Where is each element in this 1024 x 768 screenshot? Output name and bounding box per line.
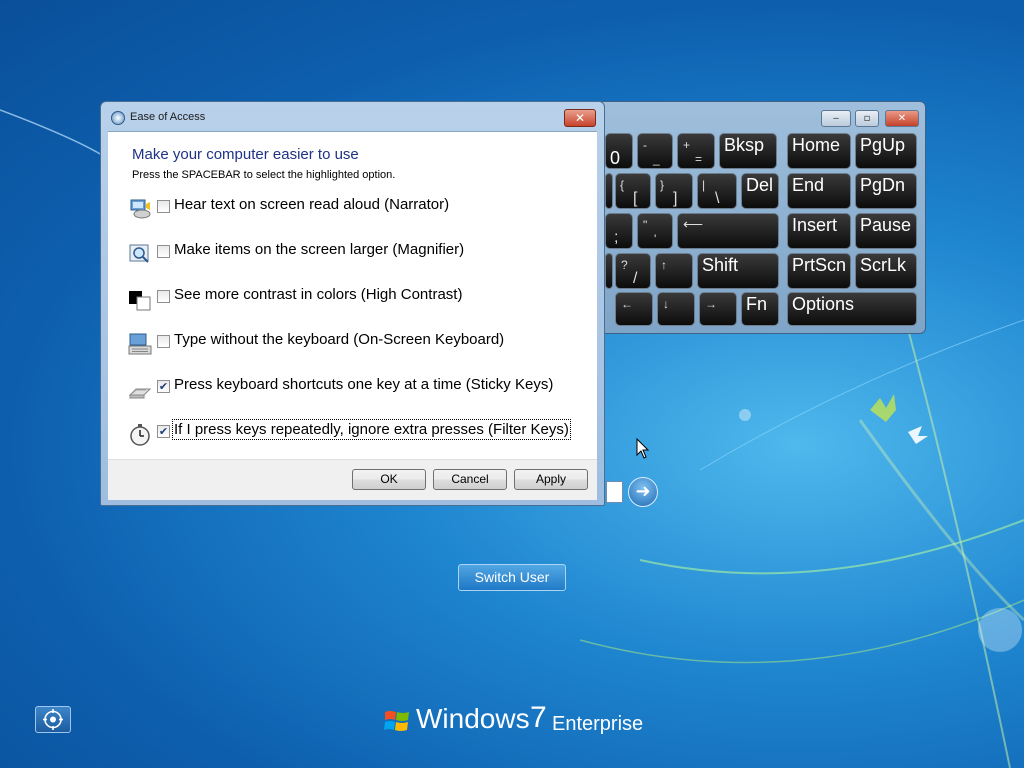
- osk-close-button[interactable]: ✕: [885, 110, 919, 127]
- high-contrast-checkbox[interactable]: [157, 290, 170, 303]
- ease-of-access-button[interactable]: [35, 706, 71, 733]
- sticky-keys-icon: [128, 388, 152, 399]
- option-label: If I press keys repeatedly, ignore extra…: [172, 419, 571, 440]
- close-button[interactable]: ✕: [564, 109, 596, 127]
- maximize-button[interactable]: ▫: [855, 110, 879, 127]
- key-page-up[interactable]: PgUp: [855, 133, 917, 169]
- option-high-contrast[interactable]: See more contrast in colors (High Contra…: [128, 285, 588, 315]
- key-partial[interactable]: [605, 173, 613, 209]
- filter-keys-checkbox[interactable]: ✔: [157, 425, 170, 438]
- stopwatch-icon: [130, 424, 150, 446]
- dialog-heading: Make your computer easier to use: [132, 146, 359, 163]
- key-page-down[interactable]: PgDn: [855, 173, 917, 209]
- on-screen-keyboard-window: ‒ ▫ ✕ 0 - _ + = Bksp Home PgUp {[ }] | \ De…: [560, 101, 926, 334]
- minimize-button[interactable]: ‒: [821, 110, 851, 127]
- windows-logo-icon: [384, 711, 409, 731]
- key-equals[interactable]: + =: [677, 133, 715, 169]
- mouse-cursor-icon: [636, 438, 650, 459]
- option-sticky-keys[interactable]: ✔ Press keyboard shortcuts one key at a …: [128, 375, 588, 405]
- option-on-screen-keyboard[interactable]: Type without the keyboard (On-Screen Key…: [128, 330, 588, 360]
- option-label: Hear text on screen read aloud (Narrator…: [174, 196, 450, 213]
- password-input[interactable]: [606, 481, 623, 503]
- key-insert[interactable]: Insert: [787, 213, 851, 249]
- key-fn[interactable]: Fn: [741, 292, 779, 326]
- key-options[interactable]: Options: [787, 292, 917, 326]
- key-quote[interactable]: " ': [637, 213, 673, 249]
- key-right-bracket[interactable]: }]: [655, 173, 693, 209]
- sticky-keys-checkbox[interactable]: ✔: [157, 380, 170, 393]
- key-home[interactable]: Home: [787, 133, 851, 169]
- windows-brand-name: Windows: [416, 703, 530, 734]
- key-delete[interactable]: Del: [741, 173, 779, 209]
- windows-version: 7: [530, 701, 547, 734]
- key-minus[interactable]: - _: [637, 133, 673, 169]
- enter-icon: ⟵: [683, 216, 704, 232]
- dialog-body: Make your computer easier to use Press t…: [108, 131, 597, 460]
- option-filter-keys[interactable]: ✔ If I press keys repeatedly, ignore ext…: [128, 419, 588, 450]
- option-label: Make items on the screen larger (Magnifi…: [174, 241, 465, 258]
- key-down-arrow[interactable]: ↓: [657, 292, 695, 326]
- key-pause[interactable]: Pause: [855, 213, 917, 249]
- ease-of-access-icon: [111, 111, 125, 125]
- option-label: See more contrast in colors (High Contra…: [174, 286, 463, 303]
- key-shift[interactable]: Shift: [697, 253, 779, 289]
- key-backspace[interactable]: Bksp: [719, 133, 777, 169]
- key-end[interactable]: End: [787, 173, 851, 209]
- option-magnifier[interactable]: Make items on the screen larger (Magnifi…: [128, 240, 588, 270]
- key-0[interactable]: 0: [605, 133, 633, 169]
- key-right-arrow[interactable]: →: [699, 292, 737, 326]
- switch-user-button[interactable]: Switch User: [458, 564, 566, 591]
- key-left-bracket[interactable]: {[: [615, 173, 651, 209]
- on-screen-keyboard-icon: [128, 333, 152, 355]
- key-scroll-lock[interactable]: ScrLk: [855, 253, 917, 289]
- magnifier-icon: [129, 244, 149, 263]
- key-backslash[interactable]: | \: [697, 173, 737, 209]
- key-print-screen[interactable]: PrtScn: [787, 253, 851, 289]
- key-slash[interactable]: ? /: [615, 253, 651, 289]
- windows-edition: Enterprise: [552, 713, 644, 735]
- on-screen-keyboard-checkbox[interactable]: [157, 335, 170, 348]
- submit-arrow-button[interactable]: ➜: [628, 477, 658, 507]
- key-partial[interactable]: [605, 253, 613, 289]
- apply-button[interactable]: Apply: [514, 469, 588, 490]
- narrator-checkbox[interactable]: [157, 200, 170, 213]
- narrator-icon: [130, 199, 151, 219]
- option-label: Press keyboard shortcuts one key at a ti…: [174, 376, 554, 393]
- cancel-button[interactable]: Cancel: [433, 469, 507, 490]
- ease-of-access-icon: [43, 709, 63, 730]
- ease-of-access-dialog: Ease of Access ✕ Make your computer easi…: [100, 101, 605, 506]
- key-left-arrow[interactable]: ←: [615, 292, 653, 326]
- high-contrast-icon: [129, 291, 151, 311]
- option-label: Type without the keyboard (On-Screen Key…: [174, 331, 505, 348]
- key-enter[interactable]: ⟵: [677, 213, 779, 249]
- dialog-footer: OK Cancel Apply: [108, 459, 597, 500]
- magnifier-checkbox[interactable]: [157, 245, 170, 258]
- ok-button[interactable]: OK: [352, 469, 426, 490]
- key-semicolon[interactable]: ;: [605, 213, 633, 249]
- option-narrator[interactable]: Hear text on screen read aloud (Narrator…: [128, 195, 588, 225]
- dialog-title: Ease of Access: [130, 111, 206, 123]
- key-up-arrow[interactable]: ↑: [655, 253, 693, 289]
- dialog-instruction: Press the SPACEBAR to select the highlig…: [132, 169, 396, 181]
